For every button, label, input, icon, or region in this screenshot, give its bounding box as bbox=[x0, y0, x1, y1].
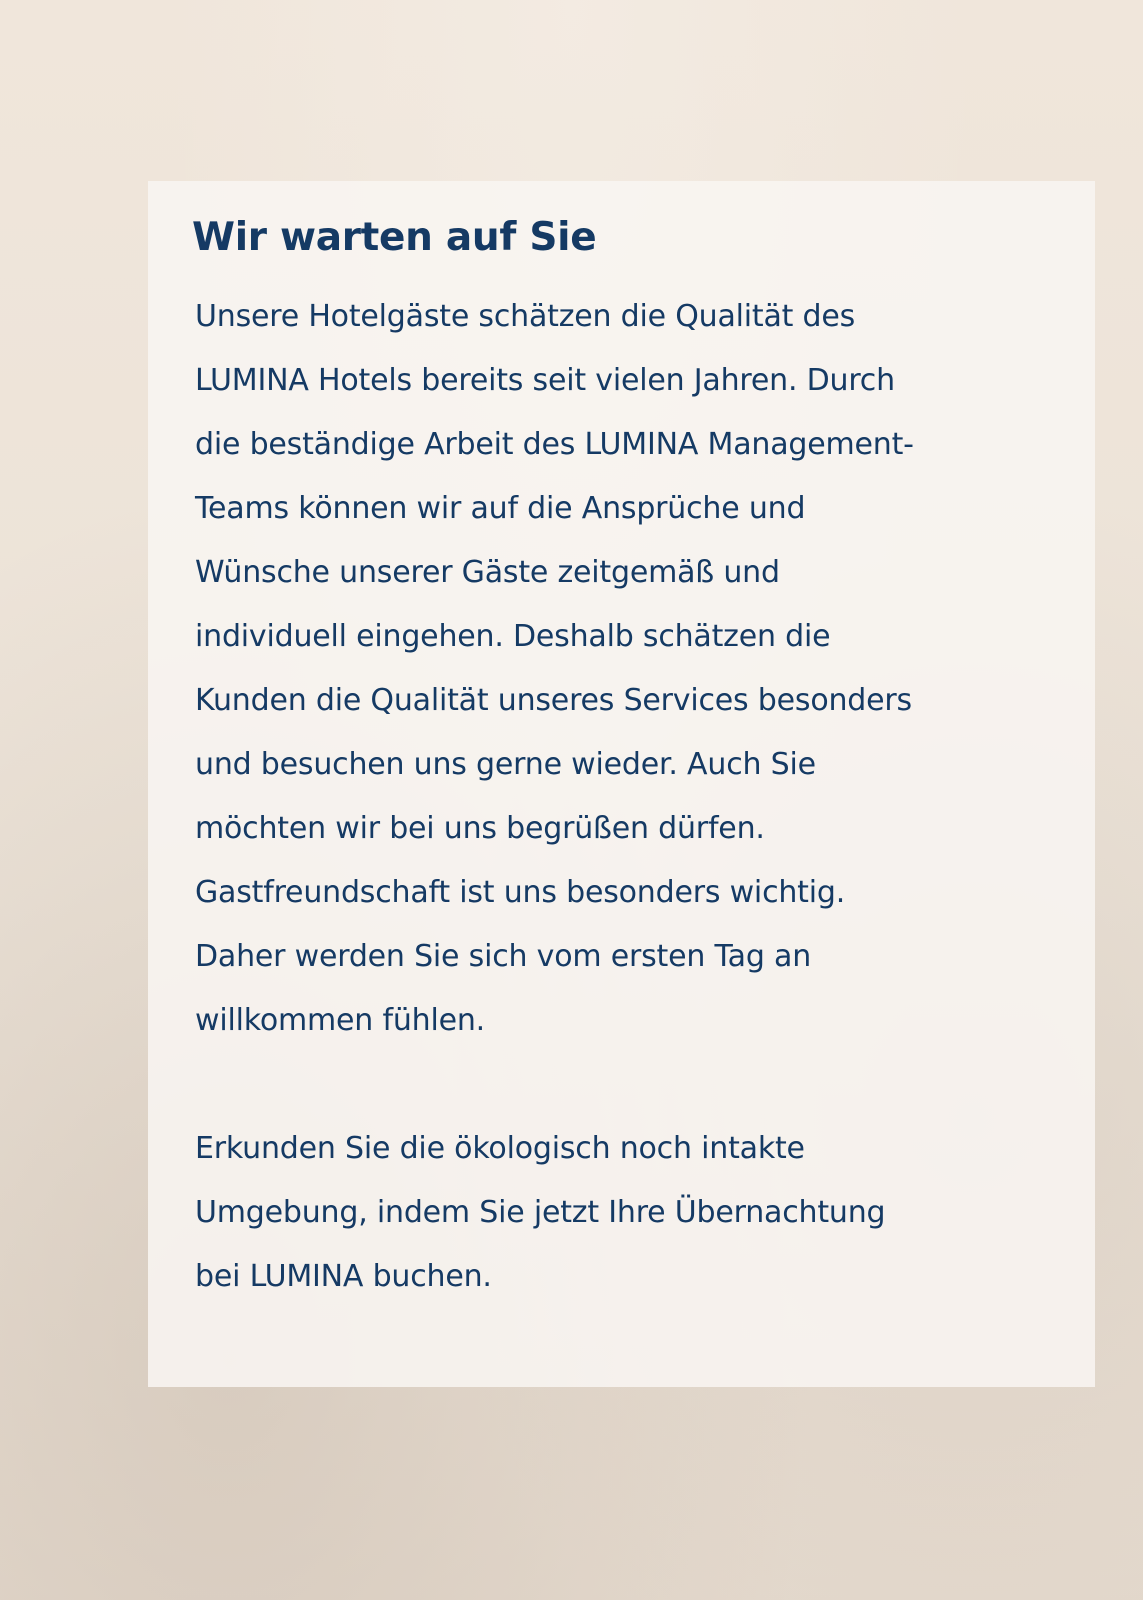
text-line: Daher werden Sie sich vom ersten Tag an bbox=[195, 939, 812, 974]
text-line: Umgebung, indem Sie jetzt Ihre Übernacht… bbox=[195, 1195, 886, 1230]
text-line: individuell eingehen. Deshalb schätzen d… bbox=[195, 619, 831, 654]
page-title: Wir warten auf Sie bbox=[192, 215, 597, 260]
text-line: LUMINA Hotels bereits seit vielen Jahren… bbox=[195, 363, 895, 398]
text-line: bei LUMINA buchen. bbox=[195, 1259, 492, 1294]
text-line: Wünsche unserer Gäste zeitgemäß und bbox=[195, 555, 780, 590]
paragraph-booking: Erkunden Sie die ökologisch noch intakte… bbox=[195, 1117, 1065, 1309]
text-line: Unsere Hotelgäste schätzen die Qualität … bbox=[195, 299, 856, 334]
text-line: willkommen fühlen. bbox=[195, 1003, 485, 1038]
text-line: Erkunden Sie die ökologisch noch intakte bbox=[195, 1131, 805, 1166]
text-line: und besuchen uns gerne wieder. Auch Sie bbox=[195, 747, 816, 782]
paragraph-intro: Unsere Hotelgäste schätzen die Qualität … bbox=[195, 285, 1065, 1053]
text-line: die beständige Arbeit des LUMINA Managem… bbox=[195, 427, 914, 462]
text-line: möchten wir bei uns begrüßen dürfen. bbox=[195, 811, 765, 846]
content-panel: Wir warten auf Sie Unsere Hotelgäste sch… bbox=[148, 181, 1095, 1387]
text-line: Gastfreundschaft ist uns besonders wicht… bbox=[195, 875, 846, 910]
body-text: Unsere Hotelgäste schätzen die Qualität … bbox=[192, 285, 1065, 1309]
text-line: Kunden die Qualität unseres Services bes… bbox=[195, 683, 912, 718]
text-line: Teams können wir auf die Ansprüche und bbox=[195, 491, 806, 526]
